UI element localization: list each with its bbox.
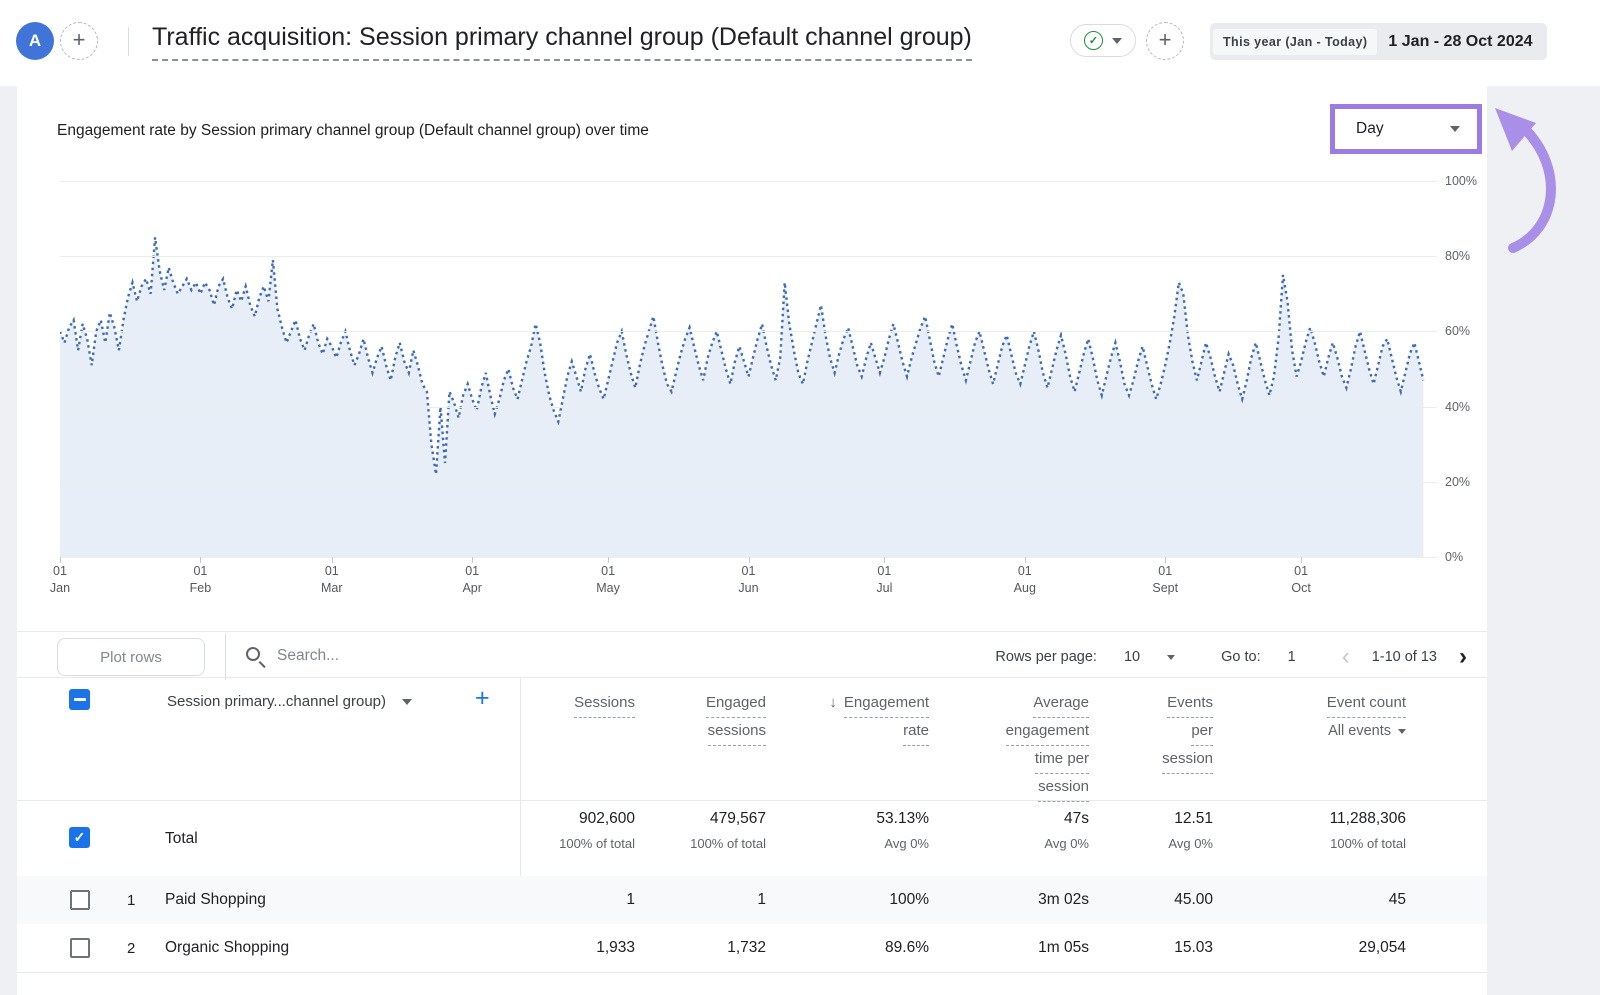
report-card: Engagement rate by Session primary chann…	[17, 86, 1487, 995]
column-header-event-count[interactable]: Event countAll events	[1176, 690, 1406, 739]
report-title[interactable]: Traffic acquisition: Session primary cha…	[152, 23, 972, 61]
plot-rows-button[interactable]: Plot rows	[57, 638, 205, 676]
pagination-controls: Rows per page: 10 Go to: 1 ‹ 1-10 of 13 …	[995, 638, 1467, 676]
gridline	[60, 407, 1437, 408]
ga4-traffic-acquisition-report: { "topbar": { "avatar_letter": "A", "tit…	[0, 0, 1600, 995]
gridline	[60, 256, 1437, 257]
granularity-value: Day	[1356, 120, 1384, 138]
annotation-arrow	[1483, 98, 1597, 258]
total-row-label: Total	[165, 830, 198, 848]
x-axis-label: 01Oct	[1269, 563, 1333, 597]
x-axis-label: 01Jul	[852, 563, 916, 597]
dimension-header[interactable]: Session primary...channel group)	[167, 693, 412, 710]
x-axis-label: 01Jan	[28, 563, 92, 597]
section-divider	[17, 631, 1487, 632]
previous-page-icon: ‹	[1342, 645, 1350, 669]
x-axis-label: 01Sept	[1133, 563, 1197, 597]
y-axis-label: 20%	[1445, 475, 1495, 489]
search-icon	[246, 647, 260, 661]
table-top-border	[17, 677, 1487, 678]
date-range-picker[interactable]: This year (Jan - Today) 1 Jan - 28 Oct 2…	[1210, 23, 1547, 60]
dimension-header-label: Session primary...channel group)	[167, 693, 386, 710]
total-cell: 11,288,306100% of total	[1176, 810, 1406, 851]
table-cell: 29,054	[1176, 939, 1406, 957]
x-axis-label: 01Aug	[993, 563, 1057, 597]
date-range-value: 1 Jan - 28 Oct 2024	[1380, 33, 1546, 51]
next-page-icon[interactable]: ›	[1459, 645, 1467, 669]
x-axis-label: 01Jun	[717, 563, 781, 597]
top-bar: A Traffic acquisition: Session primary c…	[0, 0, 1600, 86]
saved-state-control[interactable]	[1070, 24, 1136, 57]
chevron-down-icon[interactable]	[1112, 38, 1122, 44]
x-axis-label: 01Mar	[300, 563, 364, 597]
avatar[interactable]: A	[16, 22, 54, 60]
gridline	[60, 482, 1437, 483]
y-axis-label: 0%	[1445, 550, 1495, 564]
row-divider	[17, 972, 1487, 973]
row-1-checkbox[interactable]	[70, 890, 90, 910]
date-range-preset-label: This year (Jan - Today)	[1213, 29, 1377, 55]
add-comparison-icon[interactable]	[1146, 22, 1184, 60]
controls-divider	[225, 634, 226, 680]
row-dimension-value: Organic Shopping	[165, 939, 289, 957]
table-cell: 45	[1176, 891, 1406, 909]
check-circle-icon	[1084, 31, 1103, 50]
rows-per-page-value[interactable]: 10	[1124, 649, 1140, 665]
go-to-value[interactable]: 1	[1288, 649, 1296, 665]
y-axis-label: 40%	[1445, 400, 1495, 414]
chevron-down-icon	[1398, 729, 1406, 734]
row-index: 1	[127, 892, 135, 909]
search-input[interactable]	[277, 644, 597, 668]
row-2-checkbox[interactable]	[70, 938, 90, 958]
sort-descending-icon: ↓	[829, 694, 837, 711]
select-all-checkbox[interactable]	[69, 689, 90, 710]
chevron-down-icon	[1450, 126, 1460, 132]
row-dimension-value: Paid Shopping	[165, 891, 266, 909]
rows-per-page-label: Rows per page:	[995, 649, 1097, 665]
chevron-down-icon[interactable]	[1167, 655, 1175, 660]
pagination-range: 1-10 of 13	[1372, 649, 1437, 665]
chart-title: Engagement rate by Session primary chann…	[57, 122, 649, 140]
y-axis-label: 60%	[1445, 324, 1495, 338]
add-report-icon[interactable]	[60, 22, 98, 60]
header-bottom-border	[17, 800, 1487, 801]
event-type-selector[interactable]: All events	[1176, 723, 1406, 739]
gridline	[60, 331, 1437, 332]
go-to-label: Go to:	[1221, 649, 1261, 665]
engagement-rate-chart[interactable]	[60, 181, 1437, 557]
topbar-divider	[128, 27, 129, 56]
x-axis-label: 01Feb	[168, 563, 232, 597]
x-axis-label: 01Apr	[440, 563, 504, 597]
x-axis-label: 01May	[576, 563, 640, 597]
row-index: 2	[127, 940, 135, 957]
granularity-dropdown[interactable]: Day	[1330, 104, 1482, 154]
total-row-checkbox[interactable]	[69, 827, 90, 848]
gridline	[60, 181, 1437, 182]
